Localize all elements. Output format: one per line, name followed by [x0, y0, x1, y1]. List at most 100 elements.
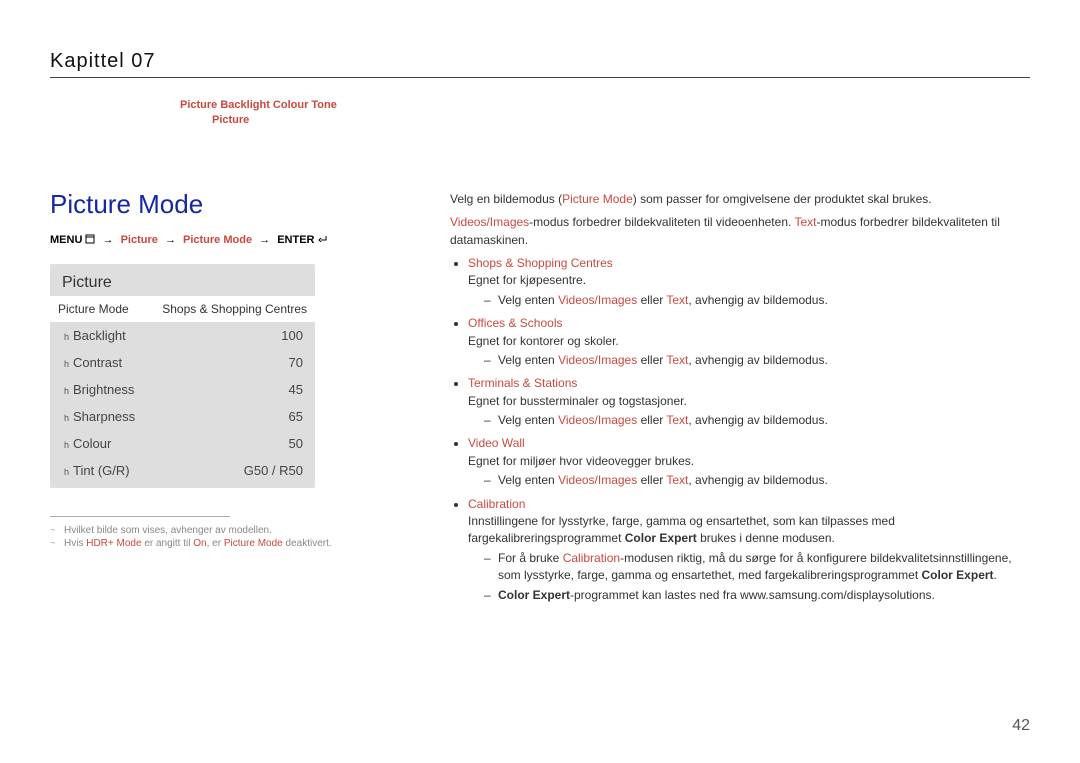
sub-list-item: Velg enten Videos/Images eller Text, avh… — [498, 292, 1030, 309]
bullet-title: Calibration — [468, 497, 525, 511]
arrow-icon: → — [165, 234, 176, 246]
list-item: Shops & Shopping Centres Egnet for kjøpe… — [468, 255, 1030, 309]
bullet-title: Terminals & Stations — [468, 376, 577, 390]
header-line1: Picture Backlight Colour Tone — [180, 99, 337, 111]
osd-item-value: 100 — [281, 328, 303, 343]
menu-label: MENU — [50, 234, 82, 246]
osd-item-label: Backlight — [73, 328, 126, 343]
body-text: eller — [637, 353, 666, 367]
bullet-desc: Egnet for bussterminaler og togstasjoner… — [468, 394, 687, 408]
body-text: , avhengig av bildemodus. — [688, 353, 827, 367]
list-item: Video Wall Egnet for miljøer hvor videov… — [468, 435, 1030, 489]
body-text: Velg enten — [498, 293, 558, 307]
osd-mode-value: Shops & Shopping Centres — [162, 302, 307, 316]
page-number: 42 — [1012, 717, 1030, 735]
body-text: Velg en bildemodus ( — [450, 192, 562, 206]
path-step1: Picture — [121, 234, 158, 246]
menu-path: MENU → Picture → Picture Mode → ENTER — [50, 234, 420, 246]
osd-title: Picture — [50, 264, 315, 296]
body-text: Velg enten — [498, 473, 558, 487]
body-text: eller — [637, 413, 666, 427]
slider-icon: h — [64, 467, 69, 477]
footnote-hl: Picture Mode — [224, 538, 283, 549]
sub-list-item: Velg enten Videos/Images eller Text, avh… — [498, 412, 1030, 429]
body-hl: Videos/Images — [558, 353, 637, 367]
body-content: Velg en bildemodus (Picture Mode) som pa… — [450, 189, 1030, 610]
body-hl: Videos/Images — [558, 293, 637, 307]
osd-item: hContrast 70 — [50, 349, 315, 376]
arrow-icon: → — [259, 234, 270, 246]
body-hl: Videos/Images — [558, 473, 637, 487]
osd-panel: Picture Picture Mode Shops & Shopping Ce… — [50, 264, 315, 488]
body-text: , avhengig av bildemodus. — [688, 293, 827, 307]
body-text: ) som passer for omgivelsene der produkt… — [633, 192, 932, 206]
sub-list-item: For å bruke Calibration-modusen riktig, … — [498, 550, 1030, 585]
osd-item-label: Brightness — [73, 382, 134, 397]
osd-mode-label: Picture Mode — [58, 302, 129, 316]
footnote-1: Hvilket bilde som vises, avhenger av mod… — [50, 525, 420, 536]
footnote-text: , er — [207, 538, 224, 549]
slider-icon: h — [64, 332, 69, 342]
paragraph: Videos/Images-modus forbedrer bildekvali… — [450, 214, 1030, 249]
body-text: , avhengig av bildemodus. — [688, 473, 827, 487]
footnote-2: Hvis HDR+ Mode er angitt til On, er Pict… — [50, 538, 420, 549]
osd-item: h Brightness 45 — [50, 376, 315, 403]
bullet-desc: Egnet for kontorer og skoler. — [468, 334, 619, 348]
osd-item: h Backlight 100 — [50, 322, 315, 349]
slider-icon: h — [64, 440, 69, 450]
arrow-icon: → — [103, 234, 114, 246]
osd-item: h Colour 50 — [50, 430, 315, 457]
osd-item-value: 70 — [289, 355, 303, 370]
footnote-divider — [50, 516, 230, 517]
body-text: -programmet kan lastes ned fra www.samsu… — [570, 588, 935, 602]
bullet-title: Offices & Schools — [468, 316, 563, 330]
slider-icon: h — [64, 386, 69, 396]
osd-item-value: 65 — [289, 409, 303, 424]
chapter-brand: Kapittel 07 — [50, 50, 1030, 73]
body-bold: Color Expert — [922, 568, 994, 582]
body-text: brukes i denne modusen. — [697, 531, 835, 545]
osd-item-label: Tint (G/R) — [73, 463, 130, 478]
header-functions: Picture Backlight Colour Tone Picture — [180, 98, 1030, 129]
osd-item-label: Sharpness — [73, 409, 135, 424]
bullet-desc: Egnet for kjøpesentre. — [468, 273, 586, 287]
footnote-hl: HDR+ Mode — [86, 538, 141, 549]
osd-item-value: 50 — [289, 436, 303, 451]
body-hl: Picture Mode — [562, 192, 633, 206]
footnote-text: Hvis — [64, 538, 86, 549]
body-text: eller — [637, 293, 666, 307]
osd-item-value: G50 / R50 — [244, 463, 303, 478]
body-hl: Text — [794, 215, 816, 229]
body-hl: Text — [666, 293, 688, 307]
body-text: . — [994, 568, 997, 582]
menu-icon — [85, 234, 95, 244]
footnote-hl: On — [193, 538, 206, 549]
osd-item-value: 45 — [289, 382, 303, 397]
body-hl: Videos/Images — [450, 215, 529, 229]
footnote-text: er angitt til — [142, 538, 194, 549]
body-hl: Text — [666, 353, 688, 367]
list-item: Terminals & Stations Egnet for busstermi… — [468, 375, 1030, 429]
body-text: , avhengig av bildemodus. — [688, 413, 827, 427]
list-item: Calibration Innstillingene for lysstyrke… — [468, 496, 1030, 604]
sub-list-item: Velg enten Videos/Images eller Text, avh… — [498, 352, 1030, 369]
section-title: Picture Mode — [50, 189, 420, 220]
footnote-text: deaktivert. — [283, 538, 332, 549]
osd-mode-row: Picture Mode Shops & Shopping Centres — [50, 296, 315, 322]
osd-item-label: Colour — [73, 436, 111, 451]
body-hl: Calibration — [563, 551, 620, 565]
slider-icon: h — [64, 359, 69, 369]
sub-list-item: Velg enten Videos/Images eller Text, avh… — [498, 472, 1030, 489]
osd-item: hSharpness 65 — [50, 403, 315, 430]
enter-icon — [318, 234, 328, 244]
body-bold: Color Expert — [498, 588, 570, 602]
path-step2: Picture Mode — [183, 234, 252, 246]
body-hl: Text — [666, 473, 688, 487]
bullet-desc: Egnet for miljøer hvor videovegger bruke… — [468, 454, 694, 468]
chapter-divider — [50, 77, 1030, 78]
paragraph: Velg en bildemodus (Picture Mode) som pa… — [450, 191, 1030, 208]
header-line2: Picture — [212, 113, 1030, 128]
body-text: Velg enten — [498, 353, 558, 367]
list-item: Offices & Schools Egnet for kontorer og … — [468, 315, 1030, 369]
body-text: For å bruke — [498, 551, 563, 565]
